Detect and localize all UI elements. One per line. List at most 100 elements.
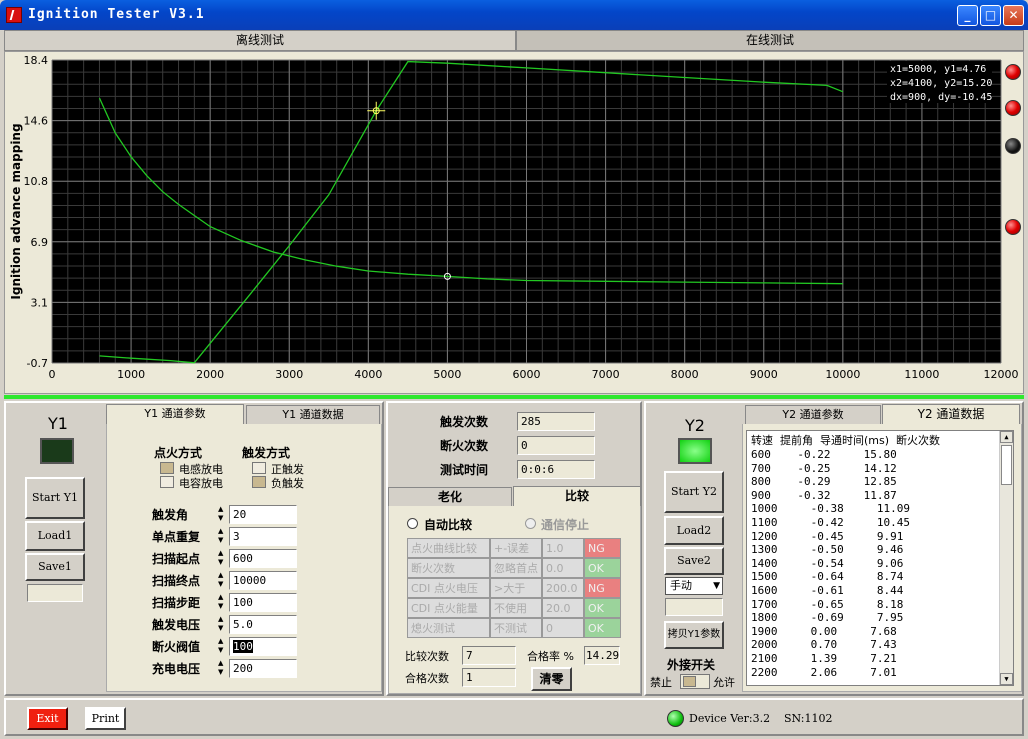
spin-up-icon[interactable]: ▲ — [218, 527, 227, 536]
close-button[interactable]: ✕ — [1003, 5, 1024, 26]
trigger-mode-swatch-1[interactable] — [252, 462, 266, 474]
compare-name: 断火次数 — [407, 558, 490, 578]
spin-down-icon[interactable]: ▼ — [218, 580, 227, 589]
ignition-option-capacitive: 电容放电 — [179, 477, 223, 490]
compare-value: 1.0 — [542, 538, 584, 558]
spin-up-icon[interactable]: ▲ — [218, 615, 227, 624]
pass-rate-value: 14.29 — [584, 646, 620, 665]
param-input[interactable]: 200 — [229, 659, 297, 678]
param-input[interactable]: 3 — [229, 527, 297, 546]
x-tick-label: 1000 — [117, 368, 145, 381]
mode-select[interactable]: 手动 ▼ — [665, 577, 723, 595]
scroll-thumb[interactable] — [1001, 445, 1012, 485]
status-bar — [4, 698, 1024, 736]
spin-down-icon[interactable]: ▼ — [218, 558, 227, 567]
scroll-down-icon[interactable]: ▼ — [1000, 673, 1013, 685]
param-spinner[interactable]: ▲ ▼ — [218, 615, 227, 634]
compare-value: 0 — [542, 618, 584, 638]
ignition-mode-swatch-2[interactable] — [160, 476, 174, 488]
start-y1-button[interactable]: Start Y1 — [25, 477, 85, 519]
y2-table-scrollbar[interactable]: ▲ ▼ — [999, 431, 1013, 685]
y2-data-table[interactable]: 转速 提前角 导通时间(ms) 断火次数 600 -0.22 15.80 700 … — [746, 430, 1014, 686]
auto-compare-radio[interactable] — [407, 518, 418, 529]
tab-online-test[interactable]: 在线测试 — [516, 30, 1024, 51]
param-spinner[interactable]: ▲ ▼ — [218, 527, 227, 546]
compare-result: OK — [584, 618, 621, 638]
save1-button[interactable]: Save1 — [25, 553, 85, 581]
load1-button[interactable]: Load1 — [25, 521, 85, 551]
ignition-chart[interactable]: 0 1000 2000 3000 4000 5000 6000 7000 8000 9000 100… — [5, 52, 1023, 393]
compare-condition: >大于 — [490, 578, 542, 598]
param-spinner[interactable]: ▲ ▼ — [218, 593, 227, 612]
param-spinner[interactable]: ▲ ▼ — [218, 571, 227, 590]
tab-y2-params[interactable]: Y2 通道参数 — [745, 405, 881, 425]
exit-button[interactable]: Exit — [27, 707, 68, 730]
spin-down-icon[interactable]: ▼ — [218, 514, 227, 523]
spin-up-icon[interactable]: ▲ — [218, 571, 227, 580]
ext-switch-label: 外接开关 — [667, 658, 716, 672]
auto-compare-label: 自动比较 — [424, 518, 473, 532]
compare-name: 点火曲线比较 — [407, 538, 490, 558]
trigger-mode-swatch-2[interactable] — [252, 476, 266, 488]
table-row: 1600 -0.61 8.44 — [751, 584, 904, 597]
param-spinner[interactable]: ▲ ▼ — [218, 505, 227, 524]
save2-button[interactable]: Save2 — [664, 547, 724, 575]
compare-condition: 不使用 — [490, 598, 542, 618]
param-label: 触发电压 — [152, 618, 201, 632]
x-tick-label: 5000 — [433, 368, 461, 381]
ignition-mode-label: 点火方式 — [154, 446, 203, 460]
spin-down-icon[interactable]: ▼ — [218, 536, 227, 545]
tab-compare[interactable]: 比较 — [513, 486, 641, 506]
tab-y1-params[interactable]: Y1 通道参数 — [106, 404, 244, 424]
comm-stop-label: 通信停止 — [541, 518, 590, 532]
table-row: 1400 -0.54 9.06 — [751, 556, 904, 570]
copy-y1-params-button[interactable]: 拷贝Y1参数 — [664, 621, 724, 649]
stat-value: 0 — [517, 436, 595, 455]
maximize-button[interactable]: □ — [980, 5, 1001, 26]
table-row: 1700 -0.65 8.18 — [751, 597, 904, 611]
clear-button[interactable]: 清零 — [531, 667, 572, 691]
tab-y2-data[interactable]: Y2 通道数据 — [882, 404, 1020, 424]
spin-up-icon[interactable]: ▲ — [218, 637, 227, 646]
x-tick-label: 3000 — [275, 368, 303, 381]
serial-number: SN:1102 — [784, 712, 833, 725]
compare-name: CDI 点火能量 — [407, 598, 490, 618]
tab-offline-test[interactable]: 离线测试 — [4, 30, 516, 51]
param-input[interactable]: 100 — [229, 637, 297, 656]
y-tick-label: 14.6 — [24, 115, 49, 128]
load2-button[interactable]: Load2 — [664, 516, 724, 545]
param-spinner[interactable]: ▲ ▼ — [218, 549, 227, 568]
param-label: 断火阀值 — [152, 640, 201, 654]
spin-down-icon[interactable]: ▼ — [218, 602, 227, 611]
tab-y1-data[interactable]: Y1 通道数据 — [246, 405, 380, 425]
spin-down-icon[interactable]: ▼ — [218, 668, 227, 677]
spin-down-icon[interactable]: ▼ — [218, 624, 227, 633]
param-input[interactable]: 5.0 — [229, 615, 297, 634]
spin-up-icon[interactable]: ▲ — [218, 505, 227, 514]
ignition-mode-swatch-1[interactable] — [160, 462, 174, 474]
start-y2-button[interactable]: Start Y2 — [664, 471, 724, 513]
scroll-up-icon[interactable]: ▲ — [1000, 431, 1013, 443]
spin-up-icon[interactable]: ▲ — [218, 593, 227, 602]
spin-up-icon[interactable]: ▲ — [218, 549, 227, 558]
print-button[interactable]: Print — [85, 707, 126, 730]
param-spinner[interactable]: ▲ ▼ — [218, 659, 227, 678]
spin-down-icon[interactable]: ▼ — [218, 646, 227, 655]
ext-switch-toggle[interactable] — [680, 674, 710, 689]
param-input[interactable]: 100 — [229, 593, 297, 612]
table-row: 1300 -0.50 9.46 — [751, 543, 904, 557]
led-4 — [1005, 219, 1021, 235]
spin-up-icon[interactable]: ▲ — [218, 659, 227, 668]
minimize-button[interactable]: _ — [957, 5, 978, 26]
param-input[interactable]: 10000 — [229, 571, 297, 590]
param-spinner[interactable]: ▲ ▼ — [218, 637, 227, 656]
param-input[interactable]: 20 — [229, 505, 297, 524]
x-tick-label: 10000 — [825, 368, 860, 381]
param-input[interactable]: 600 — [229, 549, 297, 568]
x-tick-label: 4000 — [354, 368, 382, 381]
comm-stop-radio[interactable] — [525, 518, 536, 529]
tab-aging[interactable]: 老化 — [388, 487, 512, 507]
table-row: 2000 0.70 7.43 — [751, 638, 897, 652]
table-row: 900 -0.32 11.87 — [751, 488, 897, 502]
compare-count-value: 7 — [462, 646, 516, 665]
